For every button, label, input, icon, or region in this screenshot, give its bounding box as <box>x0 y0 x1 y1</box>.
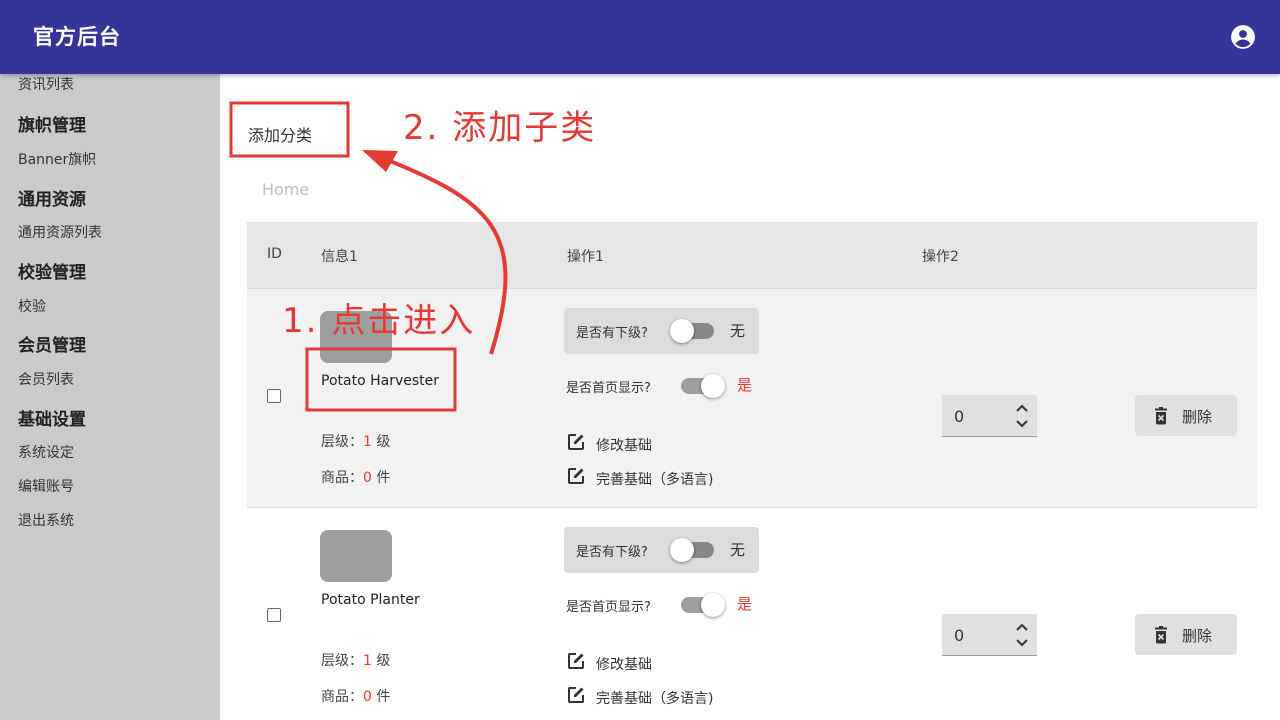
edit-icon <box>568 434 584 450</box>
row-checkbox[interactable] <box>267 608 281 622</box>
has-children-toggle[interactable] <box>670 538 714 562</box>
chevron-up-icon[interactable] <box>1014 401 1030 415</box>
sort-order-stepper[interactable]: 0 <box>942 395 1037 437</box>
sidebar-group-resources: 通用资源 <box>18 190 86 210</box>
header-action2: 操作2 <box>922 249 959 265</box>
edit-icon <box>568 687 584 703</box>
home-display-state: 是 <box>737 595 753 613</box>
add-category-link[interactable]: 添加分类 <box>248 122 312 146</box>
delete-button[interactable]: 删除 <box>1135 395 1237 436</box>
sort-order-stepper[interactable]: 0 <box>942 614 1037 656</box>
sidebar-item-banner[interactable]: Banner旗帜 <box>18 149 96 169</box>
home-display-label: 是否首页显示? <box>566 600 651 615</box>
annotation-step-2: 2. 添加子类 <box>403 108 597 148</box>
has-children-chip: 是否有下级? 无 <box>564 308 759 354</box>
breadcrumb-home[interactable]: Home <box>262 180 309 199</box>
sidebar-item-member-list[interactable]: 会员列表 <box>18 369 74 389</box>
header-info: 信息1 <box>321 249 358 265</box>
home-display-label: 是否首页显示? <box>566 381 651 396</box>
chevron-down-icon[interactable] <box>1014 417 1030 431</box>
chevron-up-icon[interactable] <box>1014 620 1030 634</box>
category-name[interactable]: Potato Planter <box>321 592 420 608</box>
table-header: ID 信息1 操作1 操作2 <box>247 222 1257 288</box>
app-bar: 官方后台 <box>0 0 1280 74</box>
account-circle-icon[interactable] <box>1230 24 1256 50</box>
sidebar-group-settings: 基础设置 <box>18 410 86 430</box>
sidebar-item-system-settings[interactable]: 系统设定 <box>18 442 74 462</box>
edit-icon <box>568 653 584 669</box>
delete-icon <box>1155 407 1167 425</box>
has-children-toggle[interactable] <box>670 319 714 343</box>
goods-info: 商品：0 件 <box>321 470 391 486</box>
app-title: 官方后台 <box>33 25 121 49</box>
home-display-setting: 是否首页显示? 是 <box>566 374 752 398</box>
header-id: ID <box>267 246 282 262</box>
table-row: Potato Planter 层级：1 级 商品：0 件 是否有下级? 无 是否… <box>247 507 1257 720</box>
category-name[interactable]: Potato Harvester <box>321 373 439 389</box>
has-children-state: 无 <box>730 541 746 559</box>
sidebar: 资讯列表 旗帜管理 Banner旗帜 通用资源 通用资源列表 校验管理 校验 会… <box>0 74 220 720</box>
home-display-state: 是 <box>737 376 753 394</box>
sidebar-item-verification[interactable]: 校验 <box>18 296 46 316</box>
header-action1: 操作1 <box>567 249 604 265</box>
has-children-chip: 是否有下级? 无 <box>564 527 759 573</box>
has-children-label: 是否有下级? <box>576 326 648 341</box>
delete-button[interactable]: 删除 <box>1135 614 1237 655</box>
sort-order-value: 0 <box>954 407 965 426</box>
sidebar-item-logout[interactable]: 退出系统 <box>18 510 74 530</box>
home-display-toggle[interactable] <box>681 374 725 398</box>
chevron-down-icon[interactable] <box>1014 636 1030 650</box>
has-children-state: 无 <box>730 322 746 340</box>
annotation-step-1: 1. 点击进入 <box>282 301 476 341</box>
sidebar-group-verification: 校验管理 <box>18 263 86 283</box>
goods-info: 商品：0 件 <box>321 689 391 705</box>
level-info: 层级：1 级 <box>321 434 391 450</box>
home-display-setting: 是否首页显示? 是 <box>566 593 752 617</box>
sidebar-item-edit-account[interactable]: 编辑账号 <box>18 476 74 496</box>
level-info: 层级：1 级 <box>321 653 391 669</box>
sidebar-group-members: 会员管理 <box>18 336 86 356</box>
sidebar-item-resource-list[interactable]: 通用资源列表 <box>18 222 102 242</box>
edit-icon <box>568 468 584 484</box>
has-children-label: 是否有下级? <box>576 545 648 560</box>
home-display-toggle[interactable] <box>681 593 725 617</box>
sidebar-group-banner: 旗帜管理 <box>18 116 86 136</box>
sidebar-item-news-list[interactable]: 资讯列表 <box>18 74 74 94</box>
main-content: 添加分类 Home ID 信息1 操作1 操作2 Potato Harveste… <box>220 74 1280 720</box>
delete-icon <box>1155 626 1167 644</box>
category-thumbnail <box>320 530 392 582</box>
sort-order-value: 0 <box>954 626 965 645</box>
row-checkbox[interactable] <box>267 389 281 403</box>
